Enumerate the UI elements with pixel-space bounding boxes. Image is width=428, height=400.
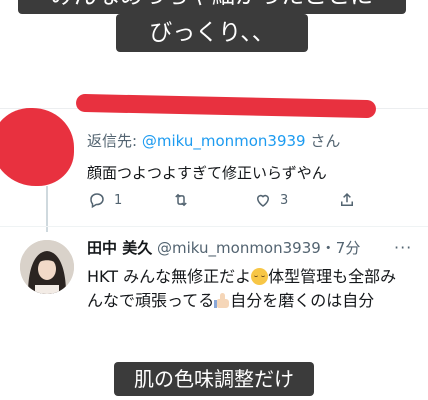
reply-button[interactable]: 1: [88, 189, 122, 211]
reply-to-suffix: さん: [305, 132, 341, 150]
retweet-icon: [175, 193, 187, 207]
author-name[interactable]: 田中 美久: [87, 239, 152, 257]
reply-icon: [90, 193, 104, 209]
tweet-text: 顔面つよつよすぎて修正いらずやん: [87, 164, 327, 182]
tweet-text-part: HKT みんな無修正だよ: [87, 267, 252, 286]
tweet-actions: 1 3: [84, 189, 374, 211]
avatar[interactable]: [20, 240, 74, 294]
like-count: 3: [280, 192, 289, 208]
tweet-header: 田中 美久 @miku_monmon3939・7分: [87, 237, 360, 258]
author-handle[interactable]: @miku_monmon3939: [157, 239, 321, 257]
like-button[interactable]: 3: [254, 189, 288, 211]
tweet-text-part: んなで頑張ってる: [87, 291, 215, 310]
share-button[interactable]: [338, 189, 356, 211]
retweet-button[interactable]: [172, 189, 198, 211]
relieved-face-emoji: [251, 268, 269, 285]
reply-to-prefix: 返信先:: [87, 132, 142, 150]
thumbs-up-emoji: [214, 292, 230, 309]
tweet-text-part: 自分を磨くのは自分: [230, 291, 375, 310]
reply-count: 1: [114, 192, 123, 208]
like-icon: [256, 194, 270, 207]
tweet-text-line2: んなで頑張ってる 自分を磨くのは自分: [87, 287, 374, 311]
tweet-text-part: 体型管理も全部み: [268, 267, 397, 286]
share-icon: [341, 192, 353, 206]
reply-to-handle[interactable]: @miku_monmon3939: [142, 132, 306, 150]
caption-top-line2: びっくり、、: [116, 14, 308, 52]
redacted-avatar: [0, 108, 74, 186]
avatar-photo: [20, 240, 74, 294]
more-icon[interactable]: ···: [394, 238, 412, 257]
tweet-text-line1: HKT みんな無修正だよ 体型管理も全部み: [87, 263, 396, 287]
tweet-divider: [0, 226, 428, 227]
tweet-time: ・7分: [320, 239, 361, 257]
caption-bottom: 肌の色味調整だけ: [114, 362, 314, 396]
caption-top-line1: みんなめっちゃ細かったことに: [18, 0, 406, 14]
reply-to-line: 返信先: @miku_monmon3939 さん: [87, 130, 340, 151]
